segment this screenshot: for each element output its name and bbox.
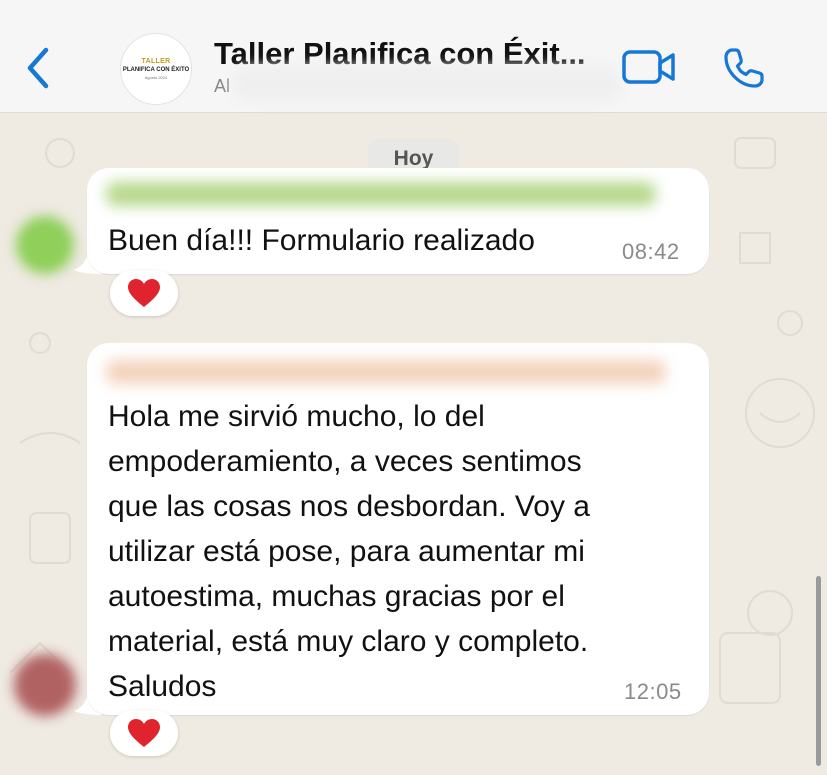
sender-name-redacted [106, 360, 666, 384]
message-line: Hola me sirvió mucho, lo del [108, 400, 485, 433]
message-text: Hola me sirvió mucho, lo del empoderamie… [108, 394, 590, 709]
message-text: Buen día!!! Formulario realizado [108, 224, 535, 257]
sender-avatar[interactable] [14, 654, 76, 716]
message-line: empoderamiento, a veces sentimos [108, 445, 582, 478]
sender-name-redacted [106, 182, 656, 206]
heart-icon [128, 719, 160, 747]
chat-subtitle: Al [214, 76, 231, 96]
chat-header: TALLER PLANIFICA CON ÉXITO Agosto 2024 T… [0, 0, 827, 113]
heart-icon [128, 279, 160, 307]
heart-reaction[interactable] [110, 270, 178, 316]
subtitle-redaction [232, 66, 622, 102]
message-line: utilizar está pose, para aumentar mi [108, 535, 585, 568]
message-line: Saludos [108, 670, 217, 703]
chat-scrollbar[interactable] [816, 576, 821, 766]
message-line: que las cosas nos desbordan. Voy a [108, 490, 590, 523]
phone-icon[interactable] [722, 46, 766, 90]
heart-reaction[interactable] [110, 710, 178, 756]
message-time: 08:42 [622, 239, 680, 264]
avatar-text-top: TALLER [141, 58, 171, 65]
message-time: 12:05 [624, 679, 682, 704]
message-line: material, está muy claro y completo. [108, 625, 589, 658]
avatar-text-bottom: Agosto 2024 [144, 75, 168, 80]
back-chevron-icon[interactable] [22, 44, 56, 92]
avatar-text-main: PLANIFICA CON ÉXITO [122, 67, 190, 73]
video-camera-icon[interactable] [621, 48, 677, 86]
sender-avatar[interactable] [16, 216, 74, 274]
group-avatar[interactable]: TALLER PLANIFICA CON ÉXITO Agosto 2024 [120, 33, 192, 105]
message-line: autoestima, muchas gracias por el [108, 580, 565, 613]
